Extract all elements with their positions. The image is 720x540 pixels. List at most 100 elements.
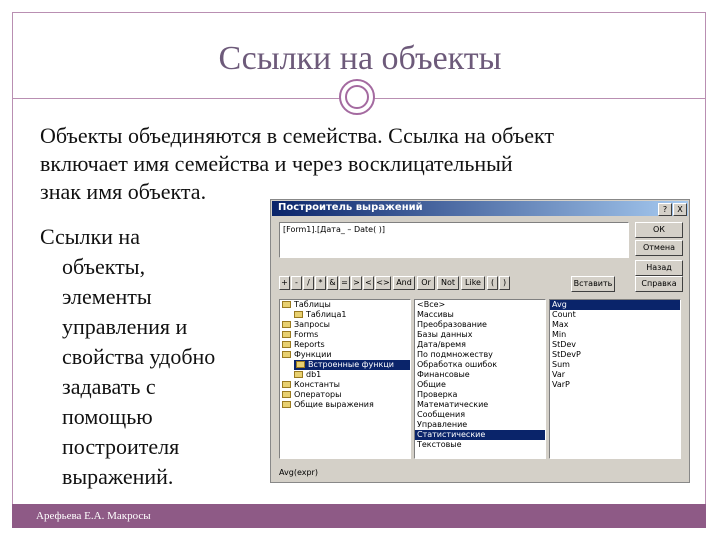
- side-paragraph: Ссылки на объекты, элементы управления и…: [40, 222, 260, 492]
- list-item[interactable]: Базы данных: [415, 330, 545, 340]
- operator-button[interactable]: (: [487, 276, 498, 290]
- list-item[interactable]: Массивы: [415, 310, 545, 320]
- folder-icon: [294, 371, 303, 378]
- cancel-button[interactable]: Отмена: [635, 240, 683, 256]
- folder-icon: [282, 331, 291, 338]
- list-item[interactable]: Max: [550, 320, 680, 330]
- expression-builder-dialog: Построитель выражений ? X [Form1].[Дата_…: [270, 199, 690, 483]
- list-item[interactable]: VarP: [550, 380, 680, 390]
- operator-button[interactable]: >: [351, 276, 362, 290]
- tree-item[interactable]: Reports: [280, 340, 410, 350]
- tree-item-label: db1: [306, 370, 322, 379]
- tree-item[interactable]: Встроенные функци: [294, 360, 410, 370]
- list-item[interactable]: Обработка ошибок: [415, 360, 545, 370]
- side-line: управления и: [62, 314, 188, 339]
- body-line: Объекты объединяются в семейства. Ссылка…: [40, 123, 555, 148]
- category-list-pane: <Все> Массивы Преобразование Базы данных…: [414, 299, 546, 459]
- operator-button[interactable]: &: [327, 276, 338, 290]
- operator-button[interactable]: *: [315, 276, 326, 290]
- tree-item[interactable]: Forms: [280, 330, 410, 340]
- tree-item[interactable]: Таблицы: [280, 300, 410, 310]
- list-item[interactable]: <Все>: [415, 300, 545, 310]
- list-item[interactable]: Финансовые: [415, 370, 545, 380]
- list-item[interactable]: Преобразование: [415, 320, 545, 330]
- ok-button[interactable]: ОК: [635, 222, 683, 238]
- folder-icon: [294, 311, 303, 318]
- side-line: помощью: [62, 404, 153, 429]
- paste-button[interactable]: Вставить: [571, 276, 615, 292]
- folder-icon: [282, 321, 291, 328]
- operator-button[interactable]: Not: [437, 276, 459, 290]
- tree-item-label: Константы: [294, 380, 340, 389]
- operator-button[interactable]: Like: [461, 276, 485, 290]
- function-list-pane: Avg Count Max Min StDev StDevP Sum Var V…: [549, 299, 681, 459]
- tree-item[interactable]: Функции: [280, 350, 410, 360]
- side-line: задавать с: [62, 374, 156, 399]
- list-item[interactable]: Дата/время: [415, 340, 545, 350]
- operator-button[interactable]: -: [291, 276, 302, 290]
- list-item[interactable]: Var: [550, 370, 680, 380]
- footer-text: Арефьева Е.А. Макросы: [36, 510, 151, 522]
- side-line: объекты,: [62, 254, 146, 279]
- back-button[interactable]: Назад: [635, 260, 683, 276]
- tree-item[interactable]: Операторы: [280, 390, 410, 400]
- list-item[interactable]: Count: [550, 310, 680, 320]
- tree-item[interactable]: Таблица1: [280, 310, 410, 320]
- folder-icon: [282, 401, 291, 408]
- operator-button[interactable]: Or: [417, 276, 435, 290]
- list-item[interactable]: Сообщения: [415, 410, 545, 420]
- close-icon[interactable]: X: [673, 203, 687, 216]
- body-line: включает имя семейства и через восклицат…: [40, 151, 513, 176]
- tree-item-label: Функции: [294, 350, 332, 359]
- list-item[interactable]: Текстовые: [415, 440, 545, 450]
- tree-item[interactable]: Общие выражения: [280, 400, 410, 410]
- tree-item[interactable]: Константы: [280, 380, 410, 390]
- list-item[interactable]: Общие: [415, 380, 545, 390]
- footer-bar: Арефьева Е.А. Макросы: [12, 504, 706, 528]
- object-tree-pane: Таблицы Таблица1 Запросы Forms Reports Ф…: [279, 299, 411, 459]
- side-line: построителя: [62, 434, 180, 459]
- folder-icon: [282, 301, 291, 308]
- operator-button[interactable]: And: [393, 276, 415, 290]
- operator-button[interactable]: +: [279, 276, 290, 290]
- side-line: Ссылки на: [40, 224, 140, 249]
- tree-item[interactable]: db1: [280, 370, 410, 380]
- list-item[interactable]: По подмножеству: [415, 350, 545, 360]
- operator-button[interactable]: ): [499, 276, 510, 290]
- folder-icon: [282, 381, 291, 388]
- list-item[interactable]: Проверка: [415, 390, 545, 400]
- tree-item-label: Запросы: [294, 320, 330, 329]
- folder-icon: [282, 341, 291, 348]
- operator-button[interactable]: /: [303, 276, 314, 290]
- tree-item-label: Общие выражения: [294, 400, 374, 409]
- expression-field[interactable]: [Form1].[Дата_ – Date( )]: [279, 222, 629, 258]
- operator-button[interactable]: <>: [375, 276, 391, 290]
- help-button[interactable]: Справка: [635, 276, 683, 292]
- list-item[interactable]: Sum: [550, 360, 680, 370]
- tree-item-label: Таблица1: [306, 310, 347, 319]
- dialog-titlebar: Построитель выражений ? X: [272, 201, 688, 216]
- side-line: свойства удобно: [62, 344, 216, 369]
- operator-button[interactable]: <: [363, 276, 374, 290]
- side-line: элементы: [62, 284, 152, 309]
- list-item[interactable]: StDevP: [550, 350, 680, 360]
- tree-item-label: Встроенные функци: [308, 360, 394, 369]
- tree-item-label: Reports: [294, 340, 325, 349]
- folder-icon: [282, 391, 291, 398]
- folder-icon: [296, 361, 305, 368]
- list-item-selected[interactable]: Avg: [550, 300, 680, 310]
- list-item-selected[interactable]: Статистические: [415, 430, 545, 440]
- ring-ornament-icon: [339, 79, 375, 115]
- help-icon[interactable]: ?: [658, 203, 672, 216]
- folder-icon: [282, 351, 291, 358]
- function-syntax: Avg(expr): [279, 468, 318, 477]
- list-item[interactable]: Min: [550, 330, 680, 340]
- tree-item-label: Таблицы: [294, 300, 331, 309]
- list-item[interactable]: Математические: [415, 400, 545, 410]
- list-item[interactable]: StDev: [550, 340, 680, 350]
- list-item[interactable]: Управление: [415, 420, 545, 430]
- side-line: выражений.: [62, 464, 174, 489]
- tree-item[interactable]: Запросы: [280, 320, 410, 330]
- operator-button[interactable]: =: [339, 276, 350, 290]
- body-paragraph: Объекты объединяются в семейства. Ссылка…: [40, 122, 700, 206]
